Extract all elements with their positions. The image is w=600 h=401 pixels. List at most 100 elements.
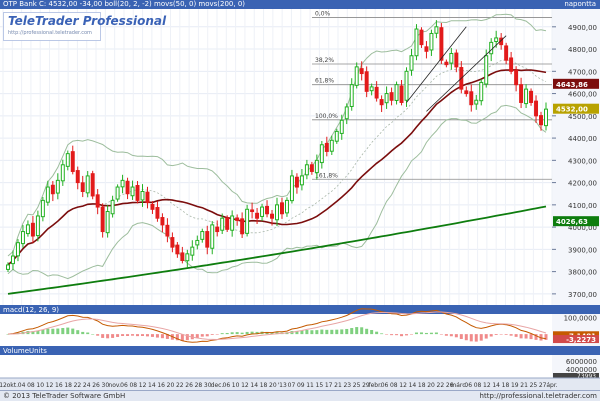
macd-histogram-bar [160,334,164,339]
macd-histogram-bar [360,327,364,335]
candle-body [354,66,359,86]
date-tick-label: '13 [278,382,287,389]
candle-body [220,217,225,231]
candle-body [25,224,30,235]
candle-body [270,213,274,219]
candle-body [210,224,215,249]
candle-body [230,215,235,231]
macd-histogram-bar [365,328,369,335]
candle-body [50,184,55,195]
candle-body [155,207,160,219]
candle-body [90,173,95,197]
macd-histogram-bar [509,334,513,336]
date-tick-label: 14 [492,382,500,389]
macd-histogram-bar [240,332,244,335]
date-tick-label: 25 [353,382,361,389]
macd-histogram-bar [200,334,204,337]
macd-histogram-bar [111,334,115,338]
date-tick-label: 04 [18,382,26,389]
macd-histogram-bar [454,334,458,338]
price-tick-label: 4200,00 [568,180,597,188]
candle-body [539,115,543,126]
volume-title: VolumeUnits [3,347,47,355]
candle-body [135,184,140,201]
candle-body [175,244,180,255]
date-tick-label: 22 [437,382,445,389]
price-tick-label: 4100,00 [568,202,597,210]
macd-histogram-bar [504,334,508,335]
macd-histogram-bar [76,330,80,335]
footer-bar: © 2013 TeleTrader Software GmbH http://p… [0,390,600,401]
macd-histogram-bar [245,331,249,335]
macd-panel-header [0,305,600,314]
date-tick-label: 21 [520,382,528,389]
fibonacci-label: 100,0% [315,113,338,120]
macd-histogram-bar [489,334,493,337]
macd-histogram-bar [524,334,528,339]
macd-plot-area [0,314,552,346]
macd-histogram-bar [141,334,144,336]
candle-body [309,164,314,172]
macd-histogram-bar [439,334,443,335]
candle-body [474,99,479,105]
candle-body [524,88,529,105]
macd-histogram-bar [116,334,120,337]
date-tick-label: 16 [55,382,63,389]
macd-histogram-bar [464,334,468,341]
date-tick-label: 10 [232,382,240,389]
date-tick-label: 24 [83,382,91,389]
macd-histogram-bar [474,334,478,342]
candle-body [454,52,459,68]
date-tick-label: 22 [176,382,184,389]
candle-body [100,206,105,233]
date-tick-label: 26 [92,382,100,389]
price-tick-label: 4400,00 [568,135,597,143]
date-tick-label: ápr. [546,382,557,389]
candle-body [35,215,40,237]
macd-histogram-bar [210,334,214,335]
candle-body [329,139,334,152]
macd-histogram-bar [390,334,394,336]
date-tick-label: 14 [409,382,417,389]
candle-body [439,27,444,61]
candle-body [11,255,15,265]
date-tick-label: 22 [74,382,82,389]
date-tick-label: 15 [316,382,324,389]
macd-histogram-bar [86,332,90,335]
candle-body [170,237,175,248]
candle-body [449,53,454,64]
candle-body [444,61,449,66]
candle-body [150,203,155,210]
macd-histogram-bar [126,334,130,337]
macd-histogram-bar [121,334,125,336]
candle-body [45,186,50,203]
date-tick-label: 08 [129,382,137,389]
candle-body [110,199,115,215]
volume-panel-header [0,346,600,355]
date-tick-label: 08 [27,382,35,389]
macd-histogram-bar [424,332,428,335]
candle-body [85,175,90,194]
candle-body [95,194,100,208]
date-tick-label: nov. [108,382,121,389]
candle-body [384,93,389,104]
candle-body [245,208,250,234]
price-plot-area [0,9,552,305]
macd-histogram-bar [106,334,110,339]
macd-histogram-bar [419,332,423,335]
macd-signal-value-label: -3,2273 [566,336,596,344]
date-tick-label: 18 [418,382,426,389]
macd-histogram-bar [395,334,399,336]
candle-body [65,153,70,167]
date-tick-label: 20 [269,382,277,389]
date-tick-label: 06 [464,382,472,389]
macd-histogram-bar [230,332,234,335]
candle-body [494,37,499,42]
ma200-value-label: 4026,63 [556,218,588,226]
date-tick-label: 14 [148,382,156,389]
candle-body [364,71,369,92]
candle-body [130,186,135,197]
logo-title: TeleTrader Professional [8,14,167,28]
macd-histogram-bar [380,333,384,335]
macd-histogram-bar [434,332,438,335]
